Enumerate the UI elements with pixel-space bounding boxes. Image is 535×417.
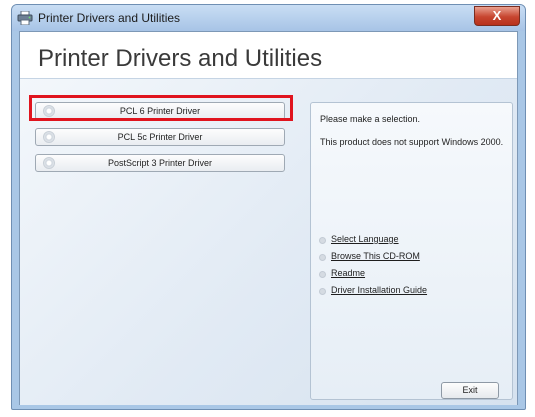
browse-cdrom-link[interactable]: Browse This CD-ROM	[331, 251, 420, 261]
disc-icon	[43, 131, 55, 143]
bullet-icon	[319, 271, 326, 278]
client-area: Printer Drivers and Utilities PCL 6 Prin…	[19, 31, 518, 405]
disc-icon	[43, 105, 55, 117]
exit-button[interactable]: Exit	[441, 382, 499, 399]
bullet-icon	[319, 254, 326, 261]
support-notice: This product does not support Windows 20…	[320, 137, 504, 147]
pcl5c-driver-label: PCL 5c Printer Driver	[117, 132, 203, 142]
postscript3-driver-button[interactable]: PostScript 3 Printer Driver	[35, 154, 285, 172]
printer-icon	[17, 11, 33, 25]
header: Printer Drivers and Utilities	[20, 32, 517, 78]
title-bar[interactable]: Printer Drivers and Utilities X	[12, 5, 525, 31]
postscript3-driver-label: PostScript 3 Printer Driver	[107, 158, 213, 168]
installation-guide-link[interactable]: Driver Installation Guide	[331, 285, 427, 295]
disc-icon	[43, 157, 55, 169]
pcl6-driver-label: PCL 6 Printer Driver	[119, 106, 201, 116]
window-title: Printer Drivers and Utilities	[38, 11, 181, 25]
page-title: Printer Drivers and Utilities	[38, 45, 323, 72]
info-panel: Please make a selection. This product do…	[310, 102, 513, 400]
pcl6-driver-button[interactable]: PCL 6 Printer Driver	[35, 102, 285, 120]
content-area: PCL 6 Printer Driver PCL 5c Printer Driv…	[20, 78, 517, 405]
app-window: Printer Drivers and Utilities X Printer …	[11, 4, 526, 410]
close-button[interactable]: X	[474, 6, 520, 26]
pcl5c-driver-button[interactable]: PCL 5c Printer Driver	[35, 128, 285, 146]
select-language-link[interactable]: Select Language	[331, 234, 399, 244]
selection-prompt: Please make a selection.	[320, 114, 421, 124]
bullet-icon	[319, 288, 326, 295]
bullet-icon	[319, 237, 326, 244]
readme-link[interactable]: Readme	[331, 268, 365, 278]
